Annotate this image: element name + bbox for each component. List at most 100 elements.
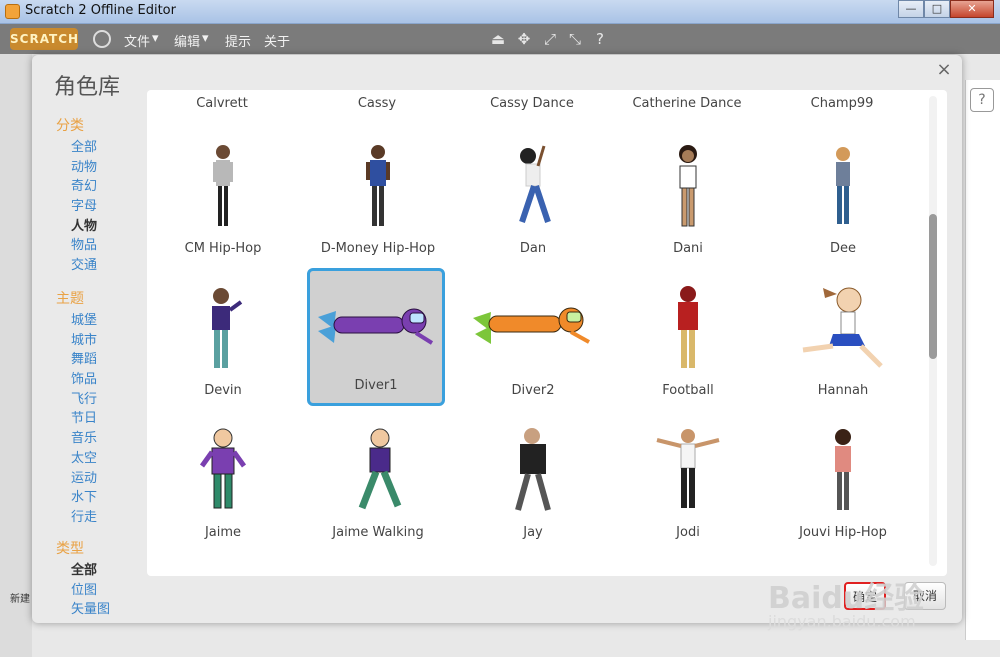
scratch-app-icon <box>5 4 20 19</box>
sprite-name: Jaime <box>204 525 242 540</box>
theme-flying[interactable]: 飞行 <box>56 390 97 410</box>
category-transportation[interactable]: 交通 <box>56 256 97 276</box>
person-sprite-icon <box>836 147 850 224</box>
menu-tips[interactable]: 提示 <box>225 31 251 50</box>
theme-dress-up[interactable]: 饰品 <box>56 370 97 390</box>
sprite-name-partial[interactable]: Calvrett <box>147 96 297 111</box>
scratch-logo[interactable]: SCRATCH <box>10 28 78 50</box>
library-scrollbar[interactable] <box>929 96 937 566</box>
baidu-watermark-url: jingyan.baidu.com <box>768 612 916 631</box>
close-window-button[interactable]: ✕ <box>950 0 994 18</box>
sprite-tile[interactable]: CM Hip-Hop <box>154 128 292 266</box>
sprite-name-partial[interactable]: Catherine Dance <box>612 96 762 111</box>
cut-icon[interactable]: ✥ <box>515 30 533 48</box>
diver-sprite-icon <box>318 308 434 345</box>
sprite-tile[interactable]: Devin <box>154 270 292 408</box>
theme-dance[interactable]: 舞蹈 <box>56 350 97 370</box>
theme-group: 主题 城堡 城市 舞蹈 饰品 飞行 节日 音乐 太空 运动 水下 行走 <box>56 288 97 528</box>
type-all[interactable]: 全部 <box>56 561 110 581</box>
sprite-tile[interactable]: Football <box>619 270 757 408</box>
window-controls: — □ ✕ <box>898 0 994 18</box>
sprite-grid[interactable]: Calvrett Cassy Cassy Dance Catherine Dan… <box>147 90 947 576</box>
theme-space[interactable]: 太空 <box>56 449 97 469</box>
running-girl-sprite-icon <box>802 287 883 368</box>
sprite-name: CM Hip-Hop <box>184 241 262 256</box>
category-things[interactable]: 物品 <box>56 236 97 256</box>
category-all[interactable]: 全部 <box>56 138 97 158</box>
sprite-tile[interactable]: Dee <box>774 128 912 266</box>
sprite-tile[interactable]: Jaime <box>154 412 292 550</box>
scratch-menubar: SCRATCH 文件 ▾ 编辑 ▾ 提示 关于 ⏏ ✥ ⤢ ⤡ ? <box>0 24 1000 54</box>
theme-city[interactable]: 城市 <box>56 331 97 351</box>
person-sprite-icon <box>366 145 390 226</box>
sprite-name: Diver2 <box>511 383 555 398</box>
sprite-library-dialog: 角色库 × 分类 全部 动物 奇幻 字母 人物 物品 交通 主题 城堡 城市 舞… <box>32 55 962 623</box>
duplicate-stamp-icon[interactable]: ⏏ <box>489 30 507 48</box>
type-heading: 类型 <box>56 541 84 557</box>
person-sprite-icon <box>515 428 551 511</box>
menu-file[interactable]: 文件 <box>124 31 150 50</box>
sprite-name: Football <box>662 383 714 398</box>
sprite-name: Dan <box>519 241 547 256</box>
sprite-name-partial[interactable]: Champ99 <box>767 96 917 111</box>
sprite-tile[interactable]: D-Money Hip-Hop <box>309 128 447 266</box>
sprite-tile-selected[interactable]: Diver1 <box>307 268 445 406</box>
close-icon[interactable]: × <box>934 59 954 80</box>
sprite-name-partial[interactable]: Cassy <box>302 96 452 111</box>
type-bitmap[interactable]: 位图 <box>56 581 110 601</box>
menu-about[interactable]: 关于 <box>264 31 290 50</box>
category-people[interactable]: 人物 <box>56 217 97 237</box>
help-block-icon[interactable]: ? <box>591 30 609 48</box>
category-letters[interactable]: 字母 <box>56 197 97 217</box>
sprite-tile[interactable]: Jaime Walking <box>309 412 447 550</box>
diver-sprite-icon <box>473 307 590 344</box>
theme-music[interactable]: 音乐 <box>56 429 97 449</box>
category-heading: 分类 <box>56 118 84 134</box>
sprite-name: Dee <box>829 241 856 256</box>
globe-icon[interactable] <box>93 30 111 48</box>
sprite-name: D-Money Hip-Hop <box>320 241 436 256</box>
theme-holiday[interactable]: 节日 <box>56 409 97 429</box>
category-group: 分类 全部 动物 奇幻 字母 人物 物品 交通 <box>56 115 97 276</box>
dialog-title: 角色库 <box>54 75 121 100</box>
theme-walking[interactable]: 行走 <box>56 508 97 528</box>
person-sprite-icon <box>835 429 851 510</box>
menu-edit[interactable]: 编辑 <box>174 31 200 50</box>
menu-file-arrow: ▾ <box>152 31 159 46</box>
shrink-icon[interactable]: ⤡ <box>566 30 584 48</box>
theme-sports[interactable]: 运动 <box>56 469 97 489</box>
sprite-tile[interactable]: Dani <box>619 128 757 266</box>
theme-castle[interactable]: 城堡 <box>56 311 97 331</box>
person-sprite-icon <box>679 145 697 227</box>
sprite-name: Jodi <box>676 525 700 540</box>
sprite-tile[interactable]: Hannah <box>774 270 912 408</box>
sprite-tile[interactable]: Jouvi Hip-Hop <box>774 412 912 550</box>
editor-right-strip <box>965 80 1000 640</box>
type-group: 类型 全部 位图 矢量图 <box>56 538 110 620</box>
sprite-tile[interactable]: Dan <box>464 128 602 266</box>
sprite-tile[interactable]: Jodi <box>619 412 757 550</box>
new-sprite-label: 新建 <box>10 594 30 605</box>
baidu-watermark: Baidu经验 <box>768 581 925 616</box>
sprite-name: Diver1 <box>354 378 398 393</box>
football-player-sprite-icon <box>678 286 698 368</box>
theme-underwater[interactable]: 水下 <box>56 488 97 508</box>
window-title: Scratch 2 Offline Editor <box>25 3 176 18</box>
dancer-sprite-icon <box>519 145 551 223</box>
sprite-tile[interactable]: Diver2 <box>464 270 602 408</box>
help-icon[interactable]: ? <box>970 88 994 112</box>
editor-left-strip <box>0 54 32 657</box>
sprite-name: Jay <box>523 525 543 540</box>
maximize-button[interactable]: □ <box>924 0 950 18</box>
person-sprite-icon <box>656 429 720 508</box>
grow-icon[interactable]: ⤢ <box>541 30 559 48</box>
type-vector[interactable]: 矢量图 <box>56 600 110 620</box>
category-fantasy[interactable]: 奇幻 <box>56 177 97 197</box>
minimize-button[interactable]: — <box>898 0 924 18</box>
sprite-name: Dani <box>673 241 703 256</box>
sprite-name-partial[interactable]: Cassy Dance <box>457 96 607 111</box>
scrollbar-thumb[interactable] <box>929 214 937 359</box>
sprite-tile[interactable]: Jay <box>464 412 602 550</box>
category-animals[interactable]: 动物 <box>56 158 97 178</box>
sprite-name: Hannah <box>817 383 869 398</box>
